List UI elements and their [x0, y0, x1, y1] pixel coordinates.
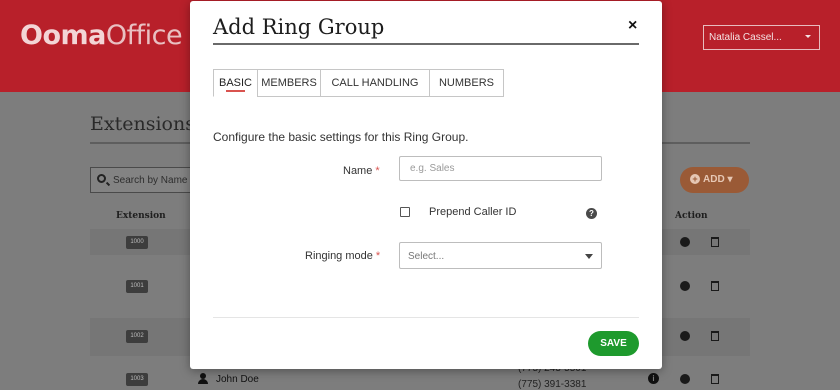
- phone-number: (775) 391-3381: [518, 379, 587, 390]
- gear-icon[interactable]: [680, 331, 690, 341]
- brand-light-text: Office: [105, 20, 183, 51]
- required-marker: *: [375, 250, 381, 262]
- ringing-mode-select[interactable]: Select...: [399, 242, 602, 269]
- add-ring-group-dialog: Add Ring Group × BASIC MEMBERS CALL HAND…: [190, 1, 662, 369]
- name-label-text: Name: [343, 165, 373, 177]
- user-name-cell: John Doe: [216, 374, 259, 385]
- dialog-footer-divider: [213, 317, 639, 318]
- ringing-mode-value: Select...: [408, 251, 445, 262]
- search-icon: [97, 174, 106, 183]
- name-field-label: Name *: [343, 165, 380, 177]
- save-button[interactable]: SAVE: [588, 331, 639, 356]
- trash-icon[interactable]: [711, 331, 719, 341]
- name-field[interactable]: [399, 156, 602, 181]
- ooma-office-logo: OomaOffice: [20, 20, 183, 51]
- tab-basic-label: BASIC: [218, 77, 252, 89]
- dialog-title: Add Ring Group: [213, 15, 385, 39]
- user-name: Natalia Cassel...: [709, 32, 782, 43]
- page-title: Extensions: [90, 113, 195, 135]
- chevron-down-icon: [585, 254, 593, 259]
- trash-icon[interactable]: [711, 237, 719, 247]
- info-icon[interactable]: i: [648, 373, 659, 384]
- prepend-caller-id-checkbox[interactable]: [400, 207, 410, 217]
- extension-badge: 1001: [126, 280, 148, 293]
- gear-icon[interactable]: [680, 237, 690, 247]
- tab-basic[interactable]: BASIC: [213, 69, 258, 97]
- close-icon[interactable]: ×: [628, 17, 637, 35]
- extension-badge: 1003: [126, 373, 148, 386]
- trash-icon[interactable]: [711, 374, 719, 384]
- tab-members[interactable]: MEMBERS: [257, 69, 321, 97]
- ringing-mode-label: Ringing mode *: [305, 250, 380, 262]
- person-icon: [198, 373, 208, 384]
- user-menu-dropdown[interactable]: Natalia Cassel...: [703, 25, 820, 50]
- add-button[interactable]: + ADD ▾: [680, 167, 749, 193]
- active-tab-underline: [226, 90, 245, 92]
- tab-numbers-label: NUMBERS: [438, 77, 494, 89]
- plus-circle-icon: +: [690, 174, 700, 184]
- extension-badge: 1000: [126, 236, 148, 249]
- ringing-mode-label-text: Ringing mode: [305, 250, 373, 262]
- brand-bold-text: Ooma: [20, 20, 106, 51]
- gear-icon[interactable]: [680, 374, 690, 384]
- add-label: ADD: [703, 174, 725, 185]
- dialog-title-divider: [213, 43, 639, 45]
- gear-icon[interactable]: [680, 281, 690, 291]
- dialog-description: Configure the basic settings for this Ri…: [213, 130, 469, 144]
- tab-call-handling[interactable]: CALL HANDLING: [320, 69, 430, 97]
- tab-call-handling-label: CALL HANDLING: [331, 77, 419, 89]
- chevron-down-icon: [805, 35, 811, 38]
- prepend-caller-id-label: Prepend Caller ID: [429, 206, 517, 218]
- dialog-tabs: BASIC MEMBERS CALL HANDLING NUMBERS: [213, 69, 504, 97]
- search-placeholder: Search by Name: [113, 175, 188, 186]
- column-header-action: Action: [675, 211, 708, 221]
- required-marker: *: [375, 165, 380, 177]
- column-header-extension: Extension: [116, 211, 166, 221]
- tab-numbers[interactable]: NUMBERS: [429, 69, 504, 97]
- search-input[interactable]: Search by Name: [90, 167, 200, 193]
- tab-members-label: MEMBERS: [261, 77, 317, 89]
- trash-icon[interactable]: [711, 281, 719, 291]
- help-icon[interactable]: ?: [586, 208, 597, 219]
- extension-badge: 1002: [126, 330, 148, 343]
